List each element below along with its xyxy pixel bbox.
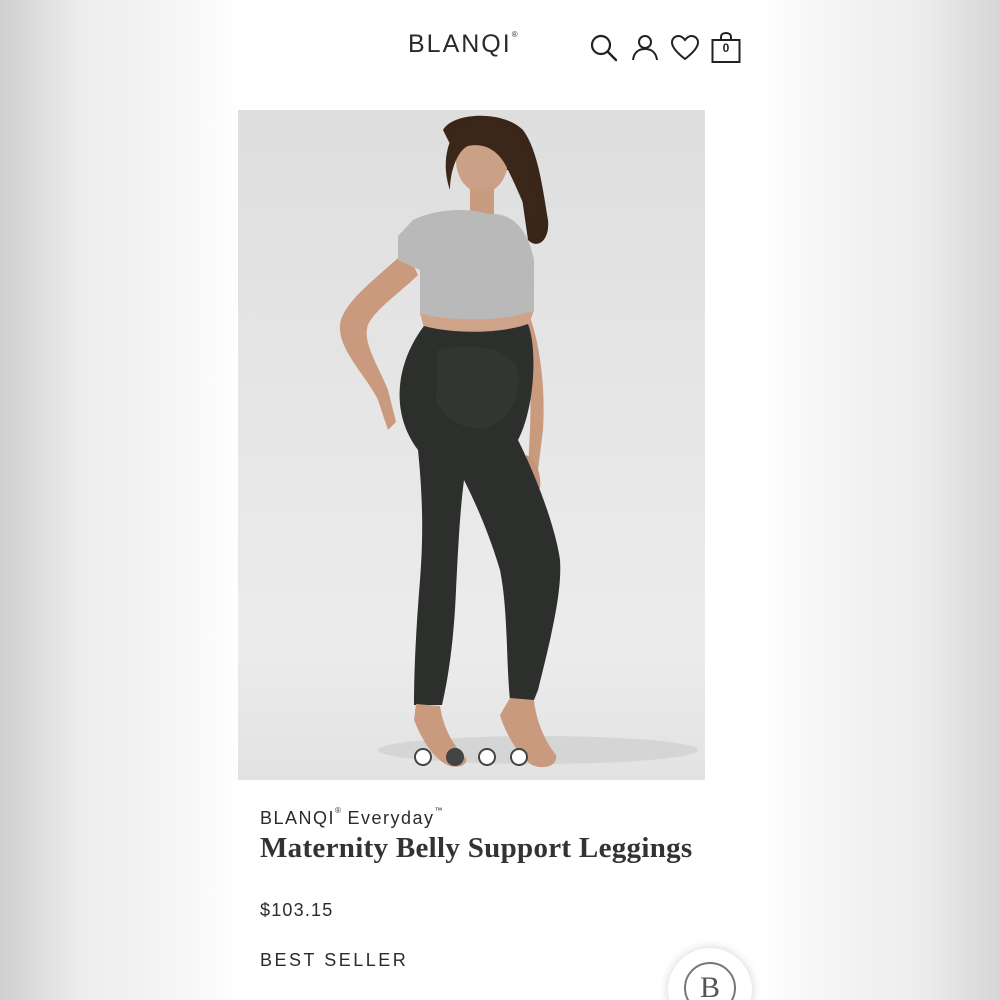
brand-b-icon: B xyxy=(684,962,736,1000)
product-line: Everyday xyxy=(347,808,435,828)
best-seller-badge: BEST SELLER xyxy=(260,950,409,970)
search-icon[interactable] xyxy=(588,32,620,64)
gallery-pagination xyxy=(414,748,528,766)
account-icon[interactable] xyxy=(629,32,661,64)
mobile-page: BLANQI® 0 BLANQI® Everyday™ Maternity Be… xyxy=(238,0,764,1000)
product-price: $103.15 xyxy=(260,900,334,920)
logo-registered-mark: ® xyxy=(511,29,518,39)
wishlist-heart-icon[interactable] xyxy=(669,32,701,64)
site-header: BLANQI® 0 xyxy=(238,0,764,100)
line-trademark: ™ xyxy=(434,806,443,815)
cart-count-badge: 0 xyxy=(722,41,730,55)
floating-brand-button[interactable]: B xyxy=(668,948,752,1000)
product-photo xyxy=(339,115,698,768)
brand-registered-mark: ® xyxy=(335,806,341,815)
product-title: Maternity Belly Support Leggings xyxy=(260,832,693,864)
brand-logo[interactable]: BLANQI® xyxy=(408,30,518,59)
gallery-dot-4[interactable] xyxy=(510,748,528,766)
logo-text: BLANQI xyxy=(408,30,512,58)
product-brand-line: BLANQI® Everyday™ xyxy=(260,806,443,829)
gallery-dot-3[interactable] xyxy=(478,748,496,766)
product-brand: BLANQI xyxy=(260,808,336,828)
product-image-gallery[interactable] xyxy=(238,110,705,780)
gallery-dot-2[interactable] xyxy=(446,748,464,766)
gallery-dot-1[interactable] xyxy=(414,748,432,766)
shopping-bag-icon[interactable]: 0 xyxy=(710,32,742,64)
